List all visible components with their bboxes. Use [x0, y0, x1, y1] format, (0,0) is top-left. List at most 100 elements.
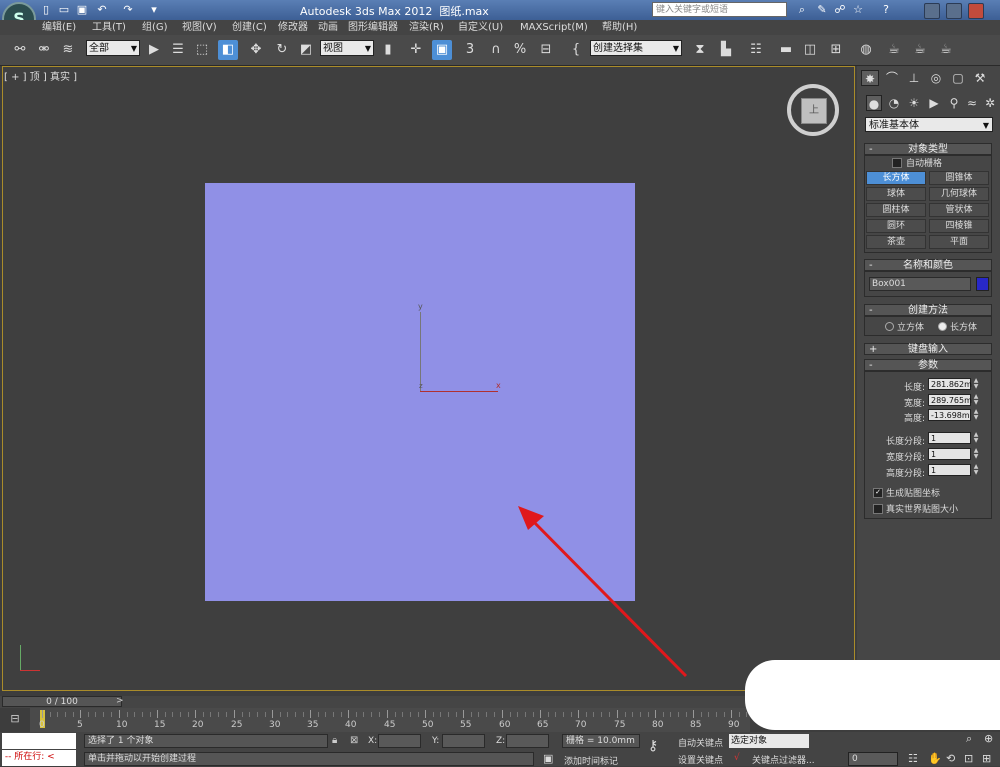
pivot-center-icon[interactable]: ▮	[378, 40, 398, 60]
time-config-icon[interactable]: ☷	[908, 752, 918, 765]
viewcube[interactable]: 上	[787, 84, 839, 136]
link-icon[interactable]: ⚯	[10, 40, 30, 60]
menu-maxscript[interactable]: MAXScript(M)	[520, 20, 588, 35]
key-icon[interactable]: ⚷	[648, 738, 658, 754]
maximize-viewport-icon[interactable]: ⊞	[982, 752, 991, 765]
time-tag-icon[interactable]: ▣	[543, 752, 557, 766]
object-color-swatch[interactable]	[976, 277, 989, 291]
edit-named-selection-icon[interactable]: {	[566, 40, 586, 60]
current-frame-input[interactable]: 0	[848, 752, 898, 766]
height-segs-spinner[interactable]: ▲ ▼	[972, 464, 980, 476]
height-input[interactable]: -13.698m	[928, 409, 971, 421]
menu-views[interactable]: 视图(V)	[182, 20, 217, 35]
graphite-ribbon-icon[interactable]: ▬	[776, 40, 796, 60]
height-spinner[interactable]: ▲ ▼	[972, 409, 980, 421]
select-manipulate-icon[interactable]: ✛	[406, 40, 426, 60]
menu-tools[interactable]: 工具(T)	[92, 20, 126, 35]
menu-customize[interactable]: 自定义(U)	[458, 20, 503, 35]
lock-selection-icon[interactable]: 🔒︎	[332, 735, 337, 746]
tube-button[interactable]: 管状体	[929, 203, 989, 217]
named-selection-dropdown[interactable]: 创建选择集	[590, 40, 682, 57]
rendered-frame-icon[interactable]: ☕	[910, 40, 930, 60]
torus-button[interactable]: 圆环	[866, 219, 926, 233]
schematic-view-icon[interactable]: ⊞	[826, 40, 846, 60]
rectangular-selection-icon[interactable]: ⬚	[192, 40, 212, 60]
cone-button[interactable]: 圆锥体	[929, 171, 989, 185]
key-filter-icon[interactable]: √	[734, 753, 740, 763]
communication-center-icon[interactable]: ☍	[832, 3, 848, 17]
width-segs-input[interactable]: 1	[928, 448, 971, 460]
menu-help[interactable]: 帮助(H)	[602, 20, 637, 35]
render-setup-icon[interactable]: ☕	[884, 40, 904, 60]
object-type-rollout-header[interactable]: - 对象类型	[864, 143, 992, 155]
utilities-tab-icon[interactable]: ⚒	[971, 70, 989, 86]
length-segs-input[interactable]: 1	[928, 432, 971, 444]
width-segs-spinner[interactable]: ▲ ▼	[972, 448, 980, 460]
x-coord-input[interactable]	[378, 734, 421, 748]
bind-spacewarp-icon[interactable]: ≋	[58, 40, 78, 60]
quick-access-dropdown-icon[interactable]: ▾	[146, 3, 162, 17]
width-input[interactable]: 289.765m	[928, 394, 972, 406]
minimize-button[interactable]	[924, 3, 940, 19]
spinner-snap-icon[interactable]: ⊟	[536, 40, 556, 60]
menu-rendering[interactable]: 渲染(R)	[409, 20, 444, 35]
menu-graph-editors[interactable]: 图形编辑器	[348, 20, 398, 35]
y-coord-input[interactable]	[442, 734, 485, 748]
teapot-button[interactable]: 茶壶	[866, 235, 926, 249]
lights-icon[interactable]: ☀	[906, 95, 922, 111]
systems-icon[interactable]: ✲	[982, 95, 998, 111]
close-button[interactable]	[968, 3, 984, 19]
length-input[interactable]: 281.862m	[928, 378, 972, 390]
layer-manager-icon[interactable]: ☷	[746, 40, 766, 60]
plane-button[interactable]: 平面	[929, 235, 989, 249]
tools-icon[interactable]: ✎	[814, 3, 830, 17]
sphere-button[interactable]: 球体	[866, 187, 926, 201]
motion-tab-icon[interactable]: ◎	[927, 70, 945, 86]
menu-edit[interactable]: 编辑(E)	[42, 20, 76, 35]
maximize-button[interactable]	[946, 3, 962, 19]
maxscript-listener[interactable]	[2, 733, 76, 749]
open-file-icon[interactable]: ▭	[56, 3, 72, 17]
length-spinner[interactable]: ▲ ▼	[972, 378, 980, 390]
height-segs-input[interactable]: 1	[928, 464, 971, 476]
geometry-icon[interactable]: ●	[866, 95, 882, 111]
selection-filter-dropdown[interactable]: 全部	[86, 40, 140, 57]
angle-snap-icon[interactable]: ∩	[486, 40, 506, 60]
viewcube-face[interactable]: 上	[801, 98, 827, 124]
viewport-label[interactable]: [ + ] 顶 ] 真实 ]	[4, 68, 77, 83]
unlink-icon[interactable]: ⚮	[34, 40, 54, 60]
favorites-star-icon[interactable]: ☆	[850, 3, 866, 17]
cylinder-button[interactable]: 圆柱体	[866, 203, 926, 217]
parameters-rollout-header[interactable]: - 参数	[864, 359, 992, 371]
width-spinner[interactable]: ▲ ▼	[972, 394, 980, 406]
maxscript-running-line[interactable]: -- 所在行: <	[2, 750, 76, 766]
absolute-mode-icon[interactable]: ⊠	[350, 735, 358, 746]
box-button[interactable]: 长方体	[866, 171, 926, 185]
creation-method-rollout-header[interactable]: - 创建方法	[864, 304, 992, 316]
autogrid-checkbox[interactable]	[892, 158, 902, 168]
pan-view-icon[interactable]: ✋	[928, 752, 942, 765]
save-icon[interactable]: ▣	[74, 3, 90, 17]
key-filters-button[interactable]: 关键点过滤器...	[752, 753, 815, 766]
zoom-all-icon[interactable]: ⊕	[984, 732, 993, 745]
snaps-toggle-icon[interactable]: 3	[460, 40, 480, 60]
move-icon[interactable]: ✥	[246, 40, 266, 60]
keyboard-entry-rollout-header[interactable]: + 键盘输入	[864, 343, 992, 355]
reference-coordinate-dropdown[interactable]: 视图	[320, 40, 374, 57]
binoculars-icon[interactable]: ⌕	[794, 3, 810, 17]
time-slider-next-icon[interactable]: >	[116, 696, 124, 706]
menu-animation[interactable]: 动画	[318, 20, 338, 35]
window-crossing-icon[interactable]: ◧	[218, 40, 238, 60]
redo-icon[interactable]: ↷	[120, 3, 136, 17]
orbit-icon[interactable]: ⟲	[946, 752, 955, 765]
box-object[interactable]	[205, 183, 635, 601]
box-radio[interactable]	[938, 322, 947, 331]
set-key-button[interactable]: 设置关键点	[678, 753, 723, 766]
spacewarps-icon[interactable]: ≈	[964, 95, 980, 111]
select-object-icon[interactable]: ▶	[144, 40, 164, 60]
mini-curve-editor-icon[interactable]: ⊟	[4, 712, 26, 728]
search-input[interactable]: 键入关键字或短语	[652, 2, 787, 17]
hierarchy-tab-icon[interactable]: ⊥	[905, 70, 923, 86]
cameras-icon[interactable]: ▶	[926, 95, 942, 111]
menu-modifiers[interactable]: 修改器	[278, 20, 308, 35]
